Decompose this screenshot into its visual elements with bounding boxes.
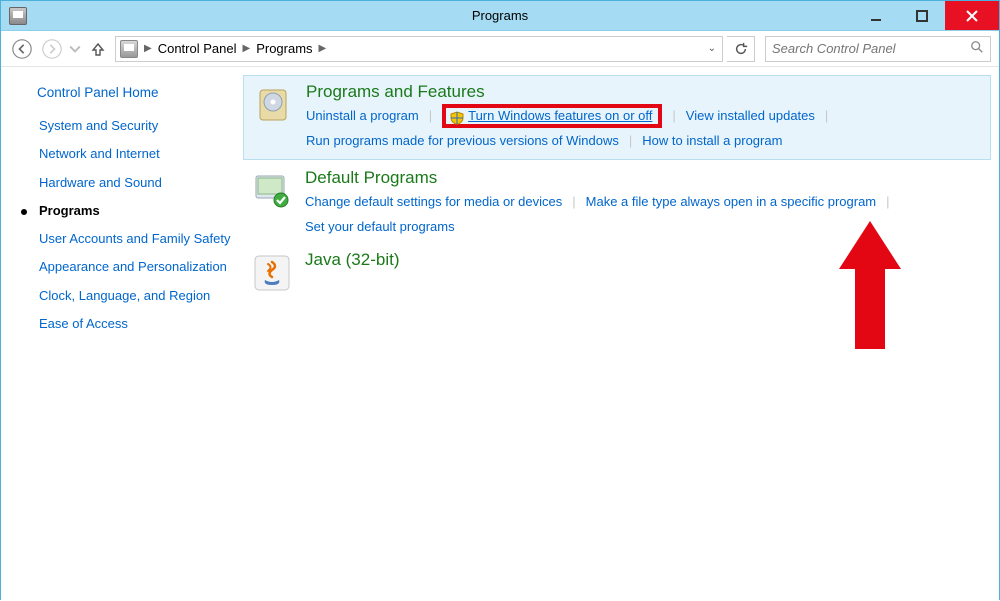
task-divider: | <box>825 104 828 129</box>
task-how-to-install[interactable]: How to install a program <box>642 129 782 154</box>
task-divider: | <box>572 190 575 215</box>
breadcrumb-programs[interactable]: Programs <box>256 41 312 56</box>
category-title[interactable]: Java (32-bit) <box>305 250 983 270</box>
category-title[interactable]: Programs and Features <box>306 82 982 102</box>
window-title: Programs <box>1 8 999 23</box>
annotation-highlight-box: Turn Windows features on or off <box>442 104 662 128</box>
search-box[interactable] <box>765 36 991 62</box>
task-divider: | <box>629 129 632 154</box>
task-change-default-media[interactable]: Change default settings for media or dev… <box>305 190 562 215</box>
search-input[interactable] <box>772 41 964 56</box>
category-title[interactable]: Default Programs <box>305 168 983 188</box>
navigation-bar: ▶ Control Panel ▶ Programs ▶ ⌄ <box>1 31 999 67</box>
sidebar-item-clock-language[interactable]: Clock, Language, and Region <box>37 288 235 304</box>
control-panel-home-link[interactable]: Control Panel Home <box>37 85 235 100</box>
refresh-button[interactable] <box>727 36 755 62</box>
close-button[interactable] <box>945 1 999 30</box>
category-programs-features: Programs and Features Uninstall a progra… <box>243 75 991 160</box>
category-default-programs: Default Programs Change default settings… <box>251 168 983 239</box>
category-java: Java (32-bit) <box>251 250 983 294</box>
address-bar[interactable]: ▶ Control Panel ▶ Programs ▶ ⌄ <box>115 36 723 62</box>
programs-features-icon <box>252 84 294 126</box>
sidebar-item-hardware-sound[interactable]: Hardware and Sound <box>37 175 235 191</box>
sidebar-item-ease-of-access[interactable]: Ease of Access <box>37 316 235 332</box>
window-controls <box>853 1 999 30</box>
sidebar-item-network-internet[interactable]: Network and Internet <box>37 146 235 162</box>
task-divider: | <box>672 104 675 129</box>
control-panel-icon <box>120 40 138 58</box>
sidebar-item-user-accounts[interactable]: User Accounts and Family Safety <box>37 231 235 247</box>
task-uninstall-program[interactable]: Uninstall a program <box>306 104 419 129</box>
search-icon <box>970 40 984 57</box>
java-icon <box>251 252 293 294</box>
sidebar: Control Panel Home System and Security N… <box>1 67 245 601</box>
chevron-right-icon[interactable]: ▶ <box>319 43 327 54</box>
sidebar-item-system-security[interactable]: System and Security <box>37 118 235 134</box>
uac-shield-icon <box>450 109 464 123</box>
forward-button[interactable] <box>39 36 65 62</box>
minimize-button[interactable] <box>853 1 899 30</box>
task-set-default-programs[interactable]: Set your default programs <box>305 215 455 240</box>
window-titlebar: Programs <box>1 1 999 31</box>
breadcrumb-control-panel[interactable]: Control Panel <box>158 41 237 56</box>
chevron-right-icon[interactable]: ▶ <box>242 43 250 54</box>
sidebar-item-appearance[interactable]: Appearance and Personalization <box>37 259 235 275</box>
sidebar-item-programs[interactable]: Programs <box>37 203 235 219</box>
task-turn-windows-features[interactable]: Turn Windows features on or off <box>468 104 652 129</box>
chevron-right-icon[interactable]: ▶ <box>144 43 152 54</box>
main-panel: Programs and Features Uninstall a progra… <box>245 67 999 601</box>
up-button[interactable] <box>85 36 111 62</box>
maximize-button[interactable] <box>899 1 945 30</box>
window-app-icon <box>9 7 27 25</box>
task-run-previous-versions[interactable]: Run programs made for previous versions … <box>306 129 619 154</box>
back-button[interactable] <box>9 36 35 62</box>
content-area: Control Panel Home System and Security N… <box>1 67 999 601</box>
task-file-type-open[interactable]: Make a file type always open in a specif… <box>586 190 876 215</box>
task-view-installed-updates[interactable]: View installed updates <box>686 104 815 129</box>
recent-locations-chevron[interactable] <box>69 36 81 62</box>
task-divider: | <box>429 104 432 129</box>
default-programs-icon <box>251 170 293 212</box>
task-divider: | <box>886 190 889 215</box>
address-dropdown-chevron[interactable]: ⌄ <box>708 43 716 54</box>
